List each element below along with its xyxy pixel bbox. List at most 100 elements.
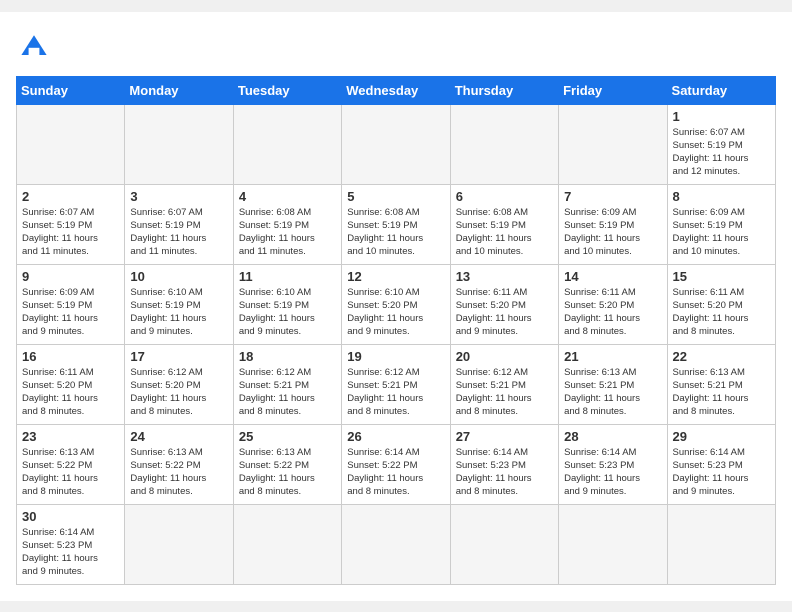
day-number: 4	[239, 189, 336, 204]
calendar-cell: 8 Sunrise: 6:09 AM Sunset: 5:19 PM Daylig…	[667, 184, 775, 264]
day-number: 27	[456, 429, 553, 444]
calendar-cell	[559, 504, 667, 584]
calendar-cell: 21 Sunrise: 6:13 AM Sunset: 5:21 PM Dayli…	[559, 344, 667, 424]
weekday-thursday: Thursday	[450, 76, 558, 104]
day-info: Sunrise: 6:11 AM Sunset: 5:20 PM Dayligh…	[564, 286, 661, 339]
day-number: 5	[347, 189, 444, 204]
calendar-cell: 7 Sunrise: 6:09 AM Sunset: 5:19 PM Daylig…	[559, 184, 667, 264]
day-info: Sunrise: 6:12 AM Sunset: 5:21 PM Dayligh…	[239, 366, 336, 419]
day-info: Sunrise: 6:13 AM Sunset: 5:22 PM Dayligh…	[130, 446, 227, 499]
day-number: 30	[22, 509, 119, 524]
calendar-cell	[450, 104, 558, 184]
calendar-cell: 11 Sunrise: 6:10 AM Sunset: 5:19 PM Dayli…	[233, 264, 341, 344]
day-number: 17	[130, 349, 227, 364]
day-info: Sunrise: 6:14 AM Sunset: 5:23 PM Dayligh…	[22, 526, 119, 579]
calendar-cell: 10Sunrise: 6:10 AM Sunset: 5:19 PM Dayli…	[125, 264, 233, 344]
weekday-sunday: Sunday	[17, 76, 125, 104]
day-info: Sunrise: 6:10 AM Sunset: 5:19 PM Dayligh…	[239, 286, 336, 339]
calendar-cell: 17 Sunrise: 6:12 AM Sunset: 5:20 PM Dayli…	[125, 344, 233, 424]
day-info: Sunrise: 6:13 AM Sunset: 5:22 PM Dayligh…	[22, 446, 119, 499]
day-info: Sunrise: 6:14 AM Sunset: 5:23 PM Dayligh…	[456, 446, 553, 499]
day-info: Sunrise: 6:09 AM Sunset: 5:19 PM Dayligh…	[673, 206, 770, 259]
calendar-cell: 19 Sunrise: 6:12 AM Sunset: 5:21 PM Dayli…	[342, 344, 450, 424]
calendar-cell	[342, 104, 450, 184]
calendar-cell: 18Sunrise: 6:12 AM Sunset: 5:21 PM Dayli…	[233, 344, 341, 424]
calendar-cell: 23 Sunrise: 6:13 AM Sunset: 5:22 PM Dayli…	[17, 424, 125, 504]
day-number: 15	[673, 269, 770, 284]
week-row-3: 9Sunrise: 6:09 AM Sunset: 5:19 PM Daylig…	[17, 264, 776, 344]
day-number: 11	[239, 269, 336, 284]
day-info: Sunrise: 6:08 AM Sunset: 5:19 PM Dayligh…	[347, 206, 444, 259]
calendar-container: SundayMondayTuesdayWednesdayThursdayFrid…	[0, 12, 792, 601]
weekday-wednesday: Wednesday	[342, 76, 450, 104]
calendar-cell	[667, 504, 775, 584]
day-number: 22	[673, 349, 770, 364]
header	[16, 28, 776, 64]
day-number: 8	[673, 189, 770, 204]
day-info: Sunrise: 6:14 AM Sunset: 5:23 PM Dayligh…	[564, 446, 661, 499]
day-info: Sunrise: 6:13 AM Sunset: 5:21 PM Dayligh…	[673, 366, 770, 419]
day-info: Sunrise: 6:14 AM Sunset: 5:22 PM Dayligh…	[347, 446, 444, 499]
calendar-cell: 22 Sunrise: 6:13 AM Sunset: 5:21 PM Dayli…	[667, 344, 775, 424]
calendar-table: SundayMondayTuesdayWednesdayThursdayFrid…	[16, 76, 776, 585]
calendar-cell: 5 Sunrise: 6:08 AM Sunset: 5:19 PM Daylig…	[342, 184, 450, 264]
weekday-friday: Friday	[559, 76, 667, 104]
calendar-cell: 24 Sunrise: 6:13 AM Sunset: 5:22 PM Dayli…	[125, 424, 233, 504]
week-row-6: 30 Sunrise: 6:14 AM Sunset: 5:23 PM Dayli…	[17, 504, 776, 584]
day-number: 24	[130, 429, 227, 444]
day-info: Sunrise: 6:11 AM Sunset: 5:20 PM Dayligh…	[22, 366, 119, 419]
day-info: Sunrise: 6:11 AM Sunset: 5:20 PM Dayligh…	[456, 286, 553, 339]
day-info: Sunrise: 6:12 AM Sunset: 5:21 PM Dayligh…	[347, 366, 444, 419]
calendar-cell	[450, 504, 558, 584]
calendar-cell: 27 Sunrise: 6:14 AM Sunset: 5:23 PM Dayli…	[450, 424, 558, 504]
calendar-cell	[125, 504, 233, 584]
day-info: Sunrise: 6:07 AM Sunset: 5:19 PM Dayligh…	[22, 206, 119, 259]
day-info: Sunrise: 6:10 AM Sunset: 5:20 PM Dayligh…	[347, 286, 444, 339]
calendar-cell	[342, 504, 450, 584]
calendar-cell	[233, 104, 341, 184]
day-number: 28	[564, 429, 661, 444]
calendar-cell: 4 Sunrise: 6:08 AM Sunset: 5:19 PM Daylig…	[233, 184, 341, 264]
weekday-tuesday: Tuesday	[233, 76, 341, 104]
day-number: 12	[347, 269, 444, 284]
calendar-cell: 14 Sunrise: 6:11 AM Sunset: 5:20 PM Dayli…	[559, 264, 667, 344]
day-info: Sunrise: 6:13 AM Sunset: 5:21 PM Dayligh…	[564, 366, 661, 419]
day-number: 29	[673, 429, 770, 444]
calendar-cell: 9Sunrise: 6:09 AM Sunset: 5:19 PM Daylig…	[17, 264, 125, 344]
calendar-cell: 29 Sunrise: 6:14 AM Sunset: 5:23 PM Dayli…	[667, 424, 775, 504]
day-info: Sunrise: 6:13 AM Sunset: 5:22 PM Dayligh…	[239, 446, 336, 499]
day-number: 3	[130, 189, 227, 204]
calendar-cell: 2Sunrise: 6:07 AM Sunset: 5:19 PM Daylig…	[17, 184, 125, 264]
day-number: 26	[347, 429, 444, 444]
calendar-cell: 6 Sunrise: 6:08 AM Sunset: 5:19 PM Daylig…	[450, 184, 558, 264]
calendar-cell: 3 Sunrise: 6:07 AM Sunset: 5:19 PM Daylig…	[125, 184, 233, 264]
day-number: 14	[564, 269, 661, 284]
calendar-cell: 30 Sunrise: 6:14 AM Sunset: 5:23 PM Dayli…	[17, 504, 125, 584]
day-info: Sunrise: 6:09 AM Sunset: 5:19 PM Dayligh…	[22, 286, 119, 339]
day-number: 19	[347, 349, 444, 364]
calendar-cell	[125, 104, 233, 184]
day-number: 7	[564, 189, 661, 204]
day-number: 25	[239, 429, 336, 444]
calendar-cell: 15Sunrise: 6:11 AM Sunset: 5:20 PM Dayli…	[667, 264, 775, 344]
day-info: Sunrise: 6:14 AM Sunset: 5:23 PM Dayligh…	[673, 446, 770, 499]
calendar-cell: 20Sunrise: 6:12 AM Sunset: 5:21 PM Dayli…	[450, 344, 558, 424]
day-info: Sunrise: 6:07 AM Sunset: 5:19 PM Dayligh…	[130, 206, 227, 259]
week-row-2: 2Sunrise: 6:07 AM Sunset: 5:19 PM Daylig…	[17, 184, 776, 264]
calendar-cell	[17, 104, 125, 184]
day-number: 16	[22, 349, 119, 364]
day-number: 6	[456, 189, 553, 204]
calendar-cell: 13Sunrise: 6:11 AM Sunset: 5:20 PM Dayli…	[450, 264, 558, 344]
day-info: Sunrise: 6:08 AM Sunset: 5:19 PM Dayligh…	[239, 206, 336, 259]
day-info: Sunrise: 6:10 AM Sunset: 5:19 PM Dayligh…	[130, 286, 227, 339]
weekday-monday: Monday	[125, 76, 233, 104]
week-row-5: 23 Sunrise: 6:13 AM Sunset: 5:22 PM Dayli…	[17, 424, 776, 504]
logo	[16, 28, 58, 64]
calendar-cell: 1Sunrise: 6:07 AM Sunset: 5:19 PM Daylig…	[667, 104, 775, 184]
day-number: 21	[564, 349, 661, 364]
day-info: Sunrise: 6:12 AM Sunset: 5:20 PM Dayligh…	[130, 366, 227, 419]
day-info: Sunrise: 6:09 AM Sunset: 5:19 PM Dayligh…	[564, 206, 661, 259]
day-number: 23	[22, 429, 119, 444]
day-info: Sunrise: 6:08 AM Sunset: 5:19 PM Dayligh…	[456, 206, 553, 259]
day-number: 20	[456, 349, 553, 364]
